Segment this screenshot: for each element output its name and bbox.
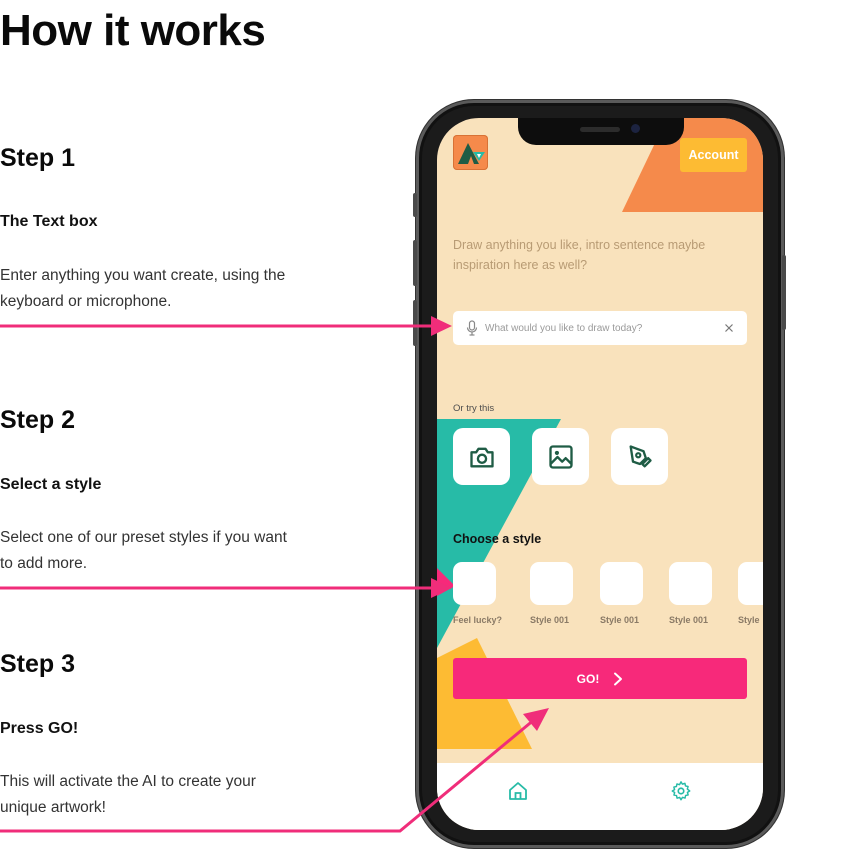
step-description-line: keyboard or microphone. (0, 293, 172, 310)
go-button[interactable]: GO! (453, 658, 747, 699)
style-label: Style (738, 615, 760, 625)
app-screen: Account Draw anything you like, intro se… (437, 118, 763, 830)
style-label: Feel lucky? (453, 615, 503, 625)
camera-button[interactable] (453, 428, 510, 485)
style-option-feel-lucky[interactable] (453, 562, 496, 605)
step-description-line: Enter anything you want create, using th… (0, 267, 286, 284)
style-option[interactable] (530, 562, 573, 605)
draw-prompt-input[interactable] (485, 322, 717, 334)
go-button-label: GO! (576, 671, 600, 686)
step-heading: Step 2 (0, 406, 76, 434)
style-option[interactable] (738, 562, 763, 605)
phone-front-camera (631, 124, 640, 133)
step-description: Select one of our preset styles if you w… (0, 525, 320, 577)
phone-side-button (413, 193, 417, 217)
pen-tool-icon (629, 444, 652, 467)
page-title: How it works (0, 6, 266, 55)
image-icon (548, 444, 573, 469)
intro-text: Draw anything you like, intro sentence m… (453, 238, 706, 272)
close-icon[interactable] (723, 322, 735, 334)
search-box[interactable] (453, 311, 747, 345)
image-upload-button[interactable] (532, 428, 589, 485)
phone-power-button (782, 255, 786, 330)
style-label: Style 001 (530, 615, 570, 625)
step-subheading: The Text box (0, 213, 98, 230)
microphone-icon[interactable] (465, 320, 479, 336)
phone-volume-down-button (413, 300, 417, 346)
step-description-line: Select one of our preset styles if you w… (0, 529, 287, 546)
style-label: Style 001 (669, 615, 709, 625)
tent-logo-icon (458, 143, 485, 164)
phone-speaker (580, 127, 620, 132)
settings-icon (671, 781, 691, 801)
step-heading: Step 3 (0, 650, 76, 678)
step-description-line: unique artwork! (0, 799, 106, 816)
home-icon (509, 782, 527, 800)
style-option[interactable] (669, 562, 712, 605)
step-subheading: Select a style (0, 476, 102, 493)
style-option[interactable] (600, 562, 643, 605)
step-subheading: Press GO! (0, 720, 79, 737)
step-description: Enter anything you want create, using th… (0, 263, 320, 315)
tab-home[interactable] (507, 780, 529, 802)
try-this-label: Or try this (453, 403, 495, 414)
app-logo[interactable] (453, 135, 488, 170)
step-description: This will activate the AI to create your… (0, 769, 320, 821)
step-description-line: This will activate the AI to create your (0, 773, 256, 790)
chevron-right-icon (614, 672, 623, 685)
phone-volume-up-button (413, 240, 417, 286)
step-heading: Step 1 (0, 144, 76, 172)
pointer-arrow-step-2 (0, 578, 452, 598)
bottom-tab-bar (437, 763, 763, 830)
step-description-line: to add more. (0, 555, 88, 572)
style-label: Style 001 (600, 615, 640, 625)
account-button[interactable]: Account (680, 138, 747, 172)
tab-settings[interactable] (670, 780, 692, 802)
pointer-arrow-step-1 (0, 316, 452, 336)
draw-button[interactable] (611, 428, 668, 485)
choose-style-heading: Choose a style (453, 532, 542, 546)
camera-icon (469, 447, 494, 467)
